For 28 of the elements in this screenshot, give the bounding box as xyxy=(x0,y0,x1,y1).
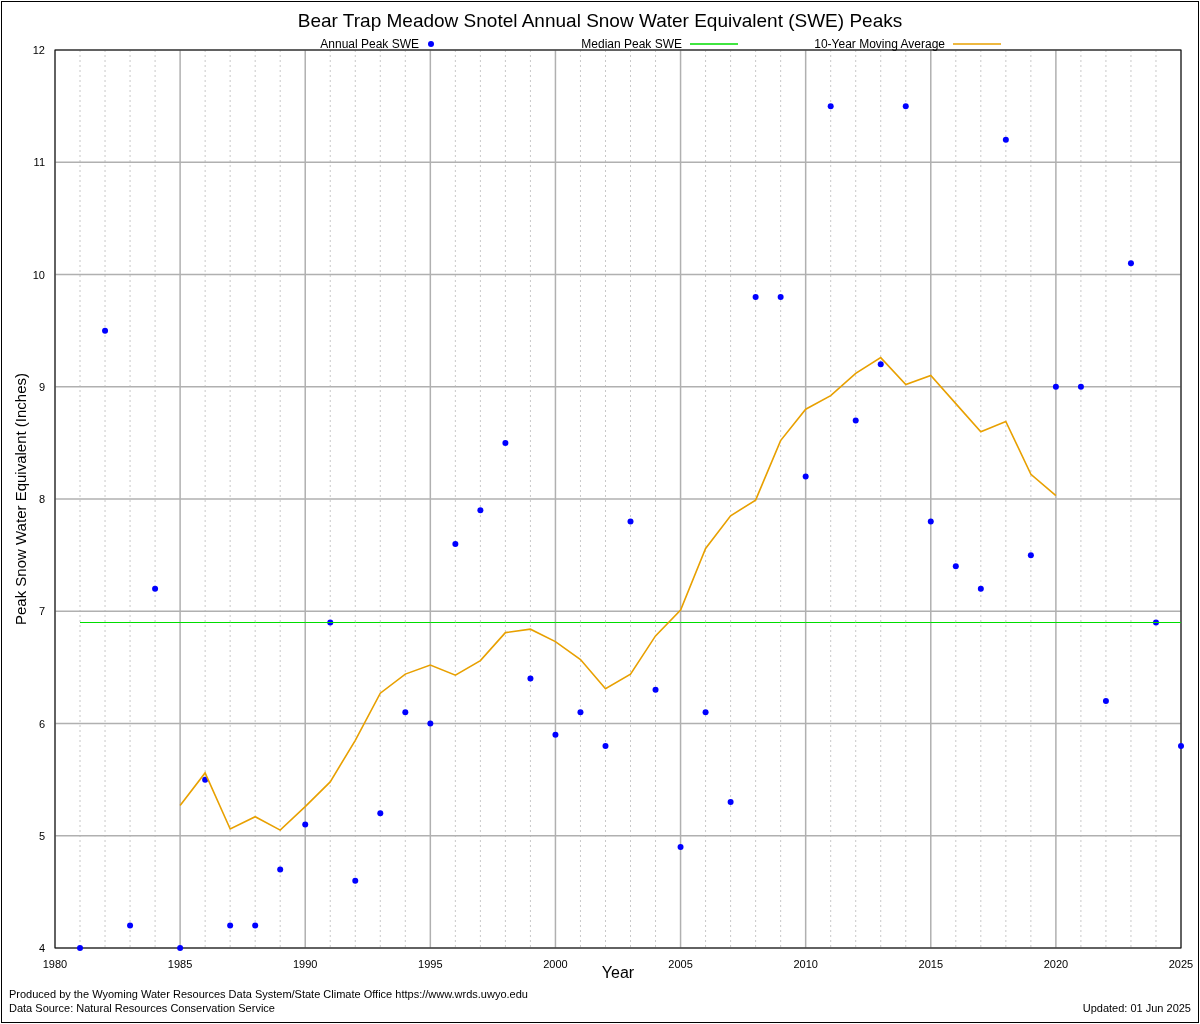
axis-tick-label: 1995 xyxy=(418,958,443,970)
axis-tick-label: 6 xyxy=(38,717,45,730)
axis-tick-label: 2005 xyxy=(668,958,693,970)
legend-label: Median Peak SWE xyxy=(581,37,682,51)
axis-tick-label: 1990 xyxy=(293,958,318,970)
axis-tick-label: 5 xyxy=(38,829,45,842)
source-text: Data Source: Natural Resources Conservation Service xyxy=(9,1002,275,1014)
y-axis-title: Peak Snow Water Equivalent (Inches) xyxy=(12,372,29,626)
axis-tick-label: 2000 xyxy=(543,958,568,970)
chart-title: Bear Trap Meadow Snotel Annual Snow Water Equivalent (SWE) Peaks xyxy=(297,10,903,31)
axis-tick-label: 2015 xyxy=(918,958,943,970)
legend-label: 10-Year Moving Average xyxy=(814,37,945,51)
x-axis-title: Year xyxy=(601,964,635,981)
axis-tick-label: 7 xyxy=(38,605,45,618)
axis-tick-label: 4 xyxy=(38,942,45,954)
axis-tick-label: 10 xyxy=(32,268,45,281)
credit-text: Produced by the Wyoming Water Resources Data System/State Climate Office https://www.wrds.uwyo.edu xyxy=(9,988,528,1000)
axis-tick-label: 2025 xyxy=(1168,958,1194,970)
legend-label: Annual Peak SWE xyxy=(320,37,419,51)
axis-tick-label: 1985 xyxy=(167,958,193,970)
axis-tick-label: 11 xyxy=(33,156,45,169)
axis-tick-label: 1980 xyxy=(42,958,68,970)
axis-tick-label: 9 xyxy=(38,380,45,393)
axis-tick-label: 12 xyxy=(32,44,45,56)
updated-text: Updated: 01 Jun 2025 xyxy=(1082,1002,1191,1014)
axis-tick-label: 2010 xyxy=(793,958,818,970)
axis-tick-label: 8 xyxy=(38,493,45,505)
axis-tick-label: 2020 xyxy=(1043,958,1069,970)
